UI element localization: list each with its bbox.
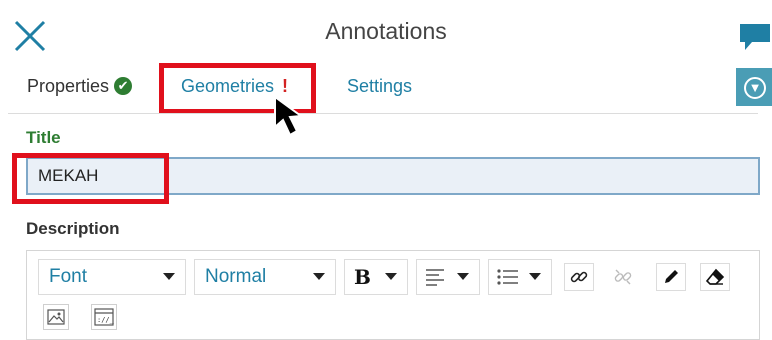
insert-link-button[interactable] — [564, 263, 594, 291]
image-icon — [47, 309, 65, 325]
marker-icon — [665, 270, 678, 283]
description-label: Description — [26, 219, 120, 238]
highlight-box-title — [12, 153, 169, 204]
eraser-icon — [705, 268, 725, 285]
tab-settings[interactable]: Settings — [347, 76, 412, 97]
highlight-color-button[interactable] — [656, 263, 686, 291]
chevron-down-icon — [385, 273, 397, 280]
check-circle-icon: ✔ — [114, 77, 133, 95]
svg-text:://_: ://_ — [97, 316, 114, 324]
collapse-panel-button[interactable]: ▼ — [736, 68, 772, 106]
bold-button[interactable]: B — [344, 259, 408, 295]
size-select[interactable]: Normal — [194, 259, 336, 295]
align-left-icon — [426, 269, 444, 286]
chevron-down-icon — [457, 273, 469, 280]
unlink-icon — [614, 269, 632, 285]
bullet-list-icon — [497, 269, 518, 285]
source-code-button[interactable]: ://_ — [91, 304, 117, 330]
comment-icon[interactable] — [738, 22, 772, 52]
tab-properties[interactable]: Properties ✔ — [27, 76, 133, 97]
align-select[interactable] — [416, 259, 480, 295]
size-select-value: Normal — [205, 266, 267, 287]
chevron-down-icon — [163, 273, 175, 280]
list-select[interactable] — [488, 259, 552, 295]
clear-format-button[interactable] — [700, 263, 730, 291]
font-select-value: Font — [49, 266, 88, 287]
mouse-pointer-icon — [274, 95, 304, 137]
unlink-button[interactable] — [608, 263, 638, 291]
tab-properties-label: Properties — [27, 76, 110, 96]
chevron-down-icon — [313, 273, 325, 280]
tab-settings-label: Settings — [347, 76, 413, 96]
page-title: Annotations — [325, 18, 447, 44]
title-label: Title — [26, 128, 61, 147]
link-icon — [570, 271, 588, 283]
chevron-down-icon — [529, 273, 541, 280]
code-view-icon: ://_ — [94, 308, 114, 326]
insert-image-button[interactable] — [43, 304, 69, 330]
bold-icon: B — [354, 265, 371, 289]
arrow-down-circle-icon: ▼ — [744, 77, 766, 99]
tab-divider — [8, 113, 758, 114]
font-select[interactable]: Font — [38, 259, 186, 295]
